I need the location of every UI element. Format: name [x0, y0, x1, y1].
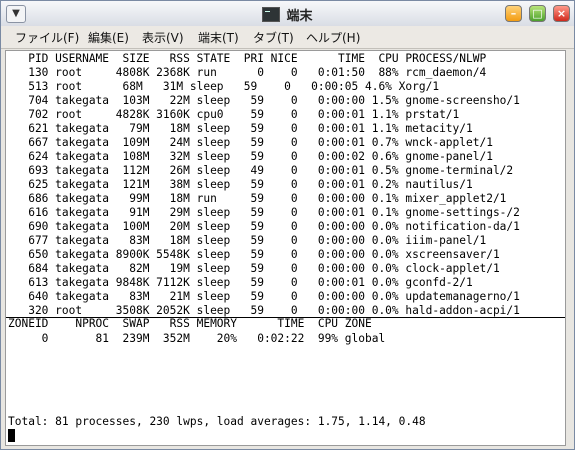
process-row: 320 root 3508K 2052K sleep 59 0 0:00:00 …	[8, 304, 520, 317]
menu-file[interactable]: ファイル(F)	[15, 29, 79, 46]
process-row: 667 takegata 109M 24M sleep 59 0 0:00:01…	[8, 136, 493, 149]
window-title: 端末	[286, 9, 313, 24]
process-row: 684 takegata 82M 19M sleep 59 0 0:00:00 …	[8, 262, 500, 275]
close-icon: ×	[556, 7, 567, 20]
maximize-button[interactable]: □	[529, 5, 546, 22]
process-row: 650 takegata 8900K 5548K sleep 59 0 0:00…	[8, 248, 500, 261]
prstat-header: PID USERNAME SIZE RSS STATE PRI NICE TIM…	[8, 52, 487, 65]
menu-tabs[interactable]: タブ(T)	[253, 29, 294, 46]
process-row: 624 takegata 108M 32M sleep 59 0 0:00:02…	[8, 150, 493, 163]
maximize-icon: □	[532, 7, 543, 20]
process-row: 677 takegata 83M 18M sleep 59 0 0:00:00 …	[8, 234, 487, 247]
window-title-area: 端末	[1, 5, 574, 24]
menu-bar: ファイル(F) 編集(E) 表示(V) 端末(T) タブ(T) ヘルプ(H)	[1, 26, 574, 49]
minimize-icon: –	[510, 7, 517, 20]
terminal-window: ▼ 端末 – □ × ファイル(F) 編集(E) 表示(V) 端末(T) タブ(…	[0, 0, 575, 450]
process-row: 616 takegata 91M 29M sleep 59 0 0:00:01 …	[8, 206, 520, 219]
terminal-icon	[262, 7, 281, 22]
status-line: Total: 81 processes, 230 lwps, load aver…	[8, 415, 426, 428]
text-cursor	[8, 429, 15, 442]
zone-header: ZONEID NPROC SWAP RSS MEMORY TIME CPU ZO…	[8, 317, 372, 330]
menu-help[interactable]: ヘルプ(H)	[306, 29, 360, 46]
process-row: 693 takegata 112M 26M sleep 49 0 0:00:01…	[8, 164, 514, 177]
process-row: 690 takegata 100M 20M sleep 59 0 0:00:00…	[8, 220, 520, 233]
process-row: 130 root 4808K 2368K run 0 0 0:01:50 88%…	[8, 66, 487, 79]
process-row: 686 takegata 99M 18M run 59 0 0:00:00 0.…	[8, 192, 507, 205]
process-row: 625 takegata 121M 38M sleep 59 0 0:00:01…	[8, 178, 473, 191]
zone-row: 0 81 239M 352M 20% 0:02:22 99% global	[8, 332, 386, 345]
menu-terminal[interactable]: 端末(T)	[198, 29, 239, 46]
process-row: 513 root 68M 31M sleep 59 0 0:00:05 4.6%…	[8, 80, 440, 93]
menu-view[interactable]: 表示(V)	[142, 29, 184, 46]
process-row: 613 takegata 9848K 7112K sleep 59 0 0:00…	[8, 276, 473, 289]
zone-separator	[6, 317, 565, 318]
close-button[interactable]: ×	[553, 5, 570, 22]
minimize-button[interactable]: –	[505, 5, 522, 22]
process-row: 702 root 4828K 3160K cpu0 59 0 0:00:01 1…	[8, 108, 460, 121]
process-row: 704 takegata 103M 22M sleep 59 0 0:00:00…	[8, 94, 520, 107]
scrollbar[interactable]	[566, 50, 574, 446]
process-row: 621 takegata 79M 18M sleep 59 0 0:00:01 …	[8, 122, 473, 135]
title-bar[interactable]: ▼ 端末 – □ ×	[1, 1, 574, 27]
menu-edit[interactable]: 編集(E)	[88, 29, 129, 46]
terminal-output[interactable]: PID USERNAME SIZE RSS STATE PRI NICE TIM…	[5, 50, 566, 446]
process-row: 640 takegata 83M 21M sleep 59 0 0:00:00 …	[8, 290, 520, 303]
